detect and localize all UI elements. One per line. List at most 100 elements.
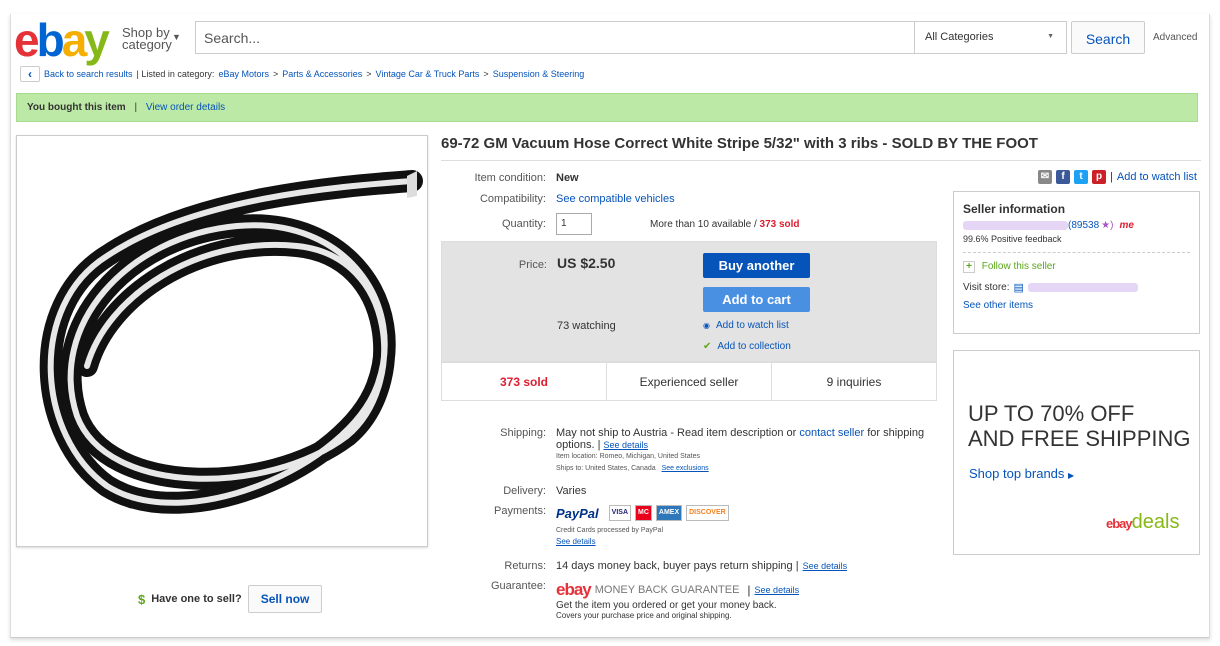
- price-value: US $2.50: [557, 255, 616, 271]
- breadcrumb-sep: >: [483, 69, 489, 79]
- breadcrumb-item[interactable]: Parts & Accessories: [282, 69, 362, 79]
- search-button[interactable]: Search: [1071, 21, 1145, 54]
- condition-row: Item condition: New: [441, 172, 578, 184]
- shipping-text2: for shipping: [867, 427, 925, 439]
- ad-ebay-brand: ebay: [1106, 516, 1133, 531]
- shipping-see-details-link[interactable]: See details: [604, 440, 649, 450]
- visa-card-icon: VISA: [608, 505, 631, 521]
- guarantee-details: ebay MONEY BACK GUARANTEE | See details …: [556, 580, 799, 620]
- feedback-score[interactable]: (89538: [1068, 220, 1099, 231]
- purchase-banner: You bought this item | View order detail…: [16, 93, 1198, 122]
- quantity-row: Quantity: 1 More than 10 available / 373…: [441, 213, 800, 235]
- item-title: 69-72 GM Vacuum Hose Correct White Strip…: [441, 135, 1201, 161]
- store-icon: ▤: [1013, 282, 1024, 294]
- seller-username[interactable]: [963, 221, 1068, 230]
- ad-deals-text: deals: [1131, 511, 1180, 533]
- mbg-logo-row: ebay MONEY BACK GUARANTEE | See details: [556, 580, 799, 600]
- category-select[interactable]: All Categories ▼: [914, 21, 1067, 54]
- guarantee-see-details-link[interactable]: See details: [755, 585, 800, 595]
- payments-row: Payments: PayPal VISA MC AMEX DISCOVER C…: [441, 505, 729, 546]
- available-label: More than 10 available /: [650, 218, 757, 230]
- guarantee-sep: |: [747, 583, 751, 597]
- add-collection-row[interactable]: ✔ Add to collection: [703, 341, 791, 352]
- seller-name-row: (89538 ★) me: [963, 220, 1190, 231]
- buy-another-button[interactable]: Buy another: [703, 253, 810, 278]
- paypal-logo: PayPal: [556, 505, 599, 521]
- feedback-star-icon: ★): [1101, 220, 1114, 231]
- shipping-row: Shipping: May not ship to Austria - Read…: [441, 427, 931, 475]
- add-to-cart-button[interactable]: Add to cart: [703, 287, 810, 312]
- category-select-value: All Categories: [925, 31, 994, 43]
- availability-text: More than 10 available / 373 sold: [650, 219, 800, 230]
- ad-percent: 70%: [1040, 401, 1085, 426]
- add-to-watch-link[interactable]: Add to watch list: [716, 320, 789, 331]
- payments-see-details-link[interactable]: See details: [556, 537, 729, 546]
- category-label: category: [122, 37, 172, 52]
- compat-row: Compatibility: See compatible vehicles: [441, 193, 675, 205]
- add-to-collection-link[interactable]: Add to collection: [717, 341, 790, 352]
- store-name-link[interactable]: [1027, 283, 1138, 292]
- shipping-text: May not ship to Austria - Read item desc…: [556, 427, 797, 439]
- watching-count: 73 watching: [557, 320, 616, 332]
- payments-label: Payments:: [494, 505, 546, 517]
- bought-text: You bought this item: [27, 102, 126, 113]
- breadcrumb-item[interactable]: Vintage Car & Truck Parts: [376, 69, 480, 79]
- shop-top-brands-link[interactable]: Shop top brands ▶: [969, 466, 1074, 481]
- contact-seller-link[interactable]: contact seller: [799, 427, 864, 439]
- discover-card-icon: DISCOVER: [686, 505, 729, 521]
- ebay-logo[interactable]: ebay: [14, 17, 110, 63]
- twitter-icon[interactable]: t: [1074, 170, 1088, 184]
- deals-ad[interactable]: UP TO 70% OFF AND FREE SHIPPING Shop top…: [953, 350, 1200, 555]
- add-to-watch-list-link[interactable]: Add to watch list: [1117, 171, 1197, 183]
- see-other-items-link[interactable]: See other items: [963, 300, 1190, 311]
- returns-label: Returns:: [504, 560, 546, 572]
- quantity-input[interactable]: 1: [556, 213, 592, 235]
- follow-seller-link[interactable]: Follow this seller: [982, 261, 1056, 272]
- compatible-vehicles-link[interactable]: See compatible vehicles: [556, 193, 675, 205]
- facebook-icon[interactable]: f: [1056, 170, 1070, 184]
- guarantee-label: Guarantee:: [490, 580, 546, 592]
- ad-headline-1: UP TO 70% OFF: [968, 401, 1134, 427]
- price-row: Price: US $2.50: [442, 255, 616, 271]
- ships-to: Ships to: United States, Canada See excl…: [556, 463, 931, 475]
- follow-row[interactable]: + Follow this seller: [963, 252, 1190, 273]
- shipping-label: Shipping:: [500, 427, 546, 439]
- arrow-right-icon: ▶: [1068, 471, 1075, 480]
- product-image[interactable]: [16, 135, 428, 547]
- back-arrow-icon[interactable]: ‹: [20, 66, 40, 82]
- shipping-text3: options. |: [556, 439, 601, 451]
- banner-sep: |: [134, 102, 138, 113]
- item-location: Item location: Romeo, Michigan, United S…: [556, 453, 700, 460]
- price-label: Price:: [518, 259, 547, 271]
- breadcrumb-item[interactable]: Suspension & Steering: [493, 69, 585, 79]
- paypal-note: Credit Cards processed by PayPal: [556, 527, 663, 534]
- payment-logos: PayPal VISA MC AMEX DISCOVER: [556, 505, 729, 521]
- stats-sold[interactable]: 373 sold: [442, 363, 607, 400]
- shop-top-brands-text: Shop top brands: [969, 466, 1065, 481]
- sell-now-button[interactable]: Sell now: [247, 585, 323, 613]
- advanced-search-link[interactable]: Advanced: [1153, 32, 1197, 43]
- checkmark-icon: ✔: [703, 341, 712, 352]
- email-icon[interactable]: ✉: [1038, 170, 1052, 184]
- condition-label: Item condition:: [474, 172, 546, 184]
- sold-count-link[interactable]: 373 sold: [760, 219, 800, 230]
- share-sep: |: [1110, 171, 1113, 183]
- chevron-down-icon: ▼: [1047, 33, 1054, 40]
- search-input[interactable]: Search...: [195, 21, 915, 54]
- eye-icon: ◉: [703, 321, 710, 330]
- ebay-mbg-logo: ebay: [556, 580, 592, 599]
- visit-store-row: Visit store: ▤: [963, 281, 1190, 294]
- add-watch-row[interactable]: ◉ Add to watch list: [703, 320, 789, 331]
- back-to-search-link[interactable]: Back to search results: [44, 69, 133, 79]
- returns-see-details-link[interactable]: See details: [803, 561, 848, 571]
- breadcrumb-item[interactable]: eBay Motors: [218, 69, 269, 79]
- shop-by-category-button[interactable]: Shop by category ▼: [122, 26, 181, 52]
- me-page-icon[interactable]: me: [1119, 220, 1133, 231]
- view-order-details-link[interactable]: View order details: [146, 102, 225, 113]
- see-exclusions-link[interactable]: See exclusions: [662, 465, 709, 472]
- pinterest-icon[interactable]: p: [1092, 170, 1106, 184]
- guarantee-row: Guarantee: ebay MONEY BACK GUARANTEE | S…: [441, 580, 799, 620]
- guarantee-line1: Get the item you ordered or get your mon…: [556, 600, 777, 611]
- listed-in-label: | Listed in category:: [136, 69, 215, 79]
- shipping-details: May not ship to Austria - Read item desc…: [556, 427, 931, 475]
